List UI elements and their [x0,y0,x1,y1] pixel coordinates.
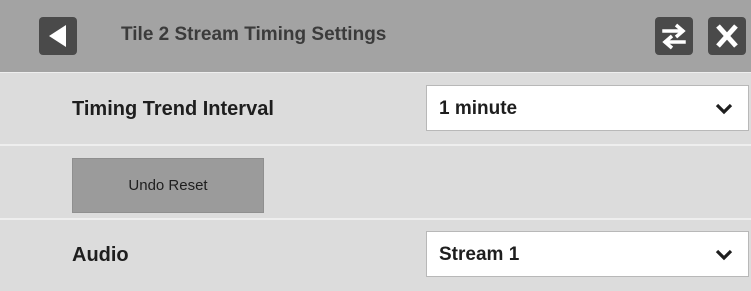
audio-dropdown[interactable]: Stream 1 [426,231,749,277]
title-bar: Tile 2 Stream Timing Settings [0,0,751,72]
timing-trend-interval-dropdown[interactable]: 1 minute [426,85,749,131]
chevron-down-icon [715,249,733,261]
swap-button[interactable] [655,17,693,55]
swap-arrows-icon [662,23,686,50]
back-triangle-icon [49,25,66,47]
page-title: Tile 2 Stream Timing Settings [121,24,387,45]
chevron-down-icon [715,103,733,115]
timing-trend-interval-label: Timing Trend Interval [72,98,274,120]
audio-label: Audio [72,244,129,266]
settings-panel: Tile 2 Stream Timing Settings Timing Tre… [0,0,751,291]
timing-trend-interval-row: Timing Trend Interval 1 minute [0,73,751,144]
undo-reset-label: Undo Reset [128,177,208,194]
audio-value: Stream 1 [439,244,520,265]
back-button[interactable] [39,17,77,55]
close-button[interactable] [708,17,746,55]
undo-reset-button[interactable]: Undo Reset [72,158,264,213]
audio-row: Audio Stream 1 [0,221,751,291]
divider [0,218,751,220]
close-x-icon [716,24,738,48]
undo-reset-row: Undo Reset [0,146,751,218]
timing-trend-interval-value: 1 minute [439,98,518,119]
